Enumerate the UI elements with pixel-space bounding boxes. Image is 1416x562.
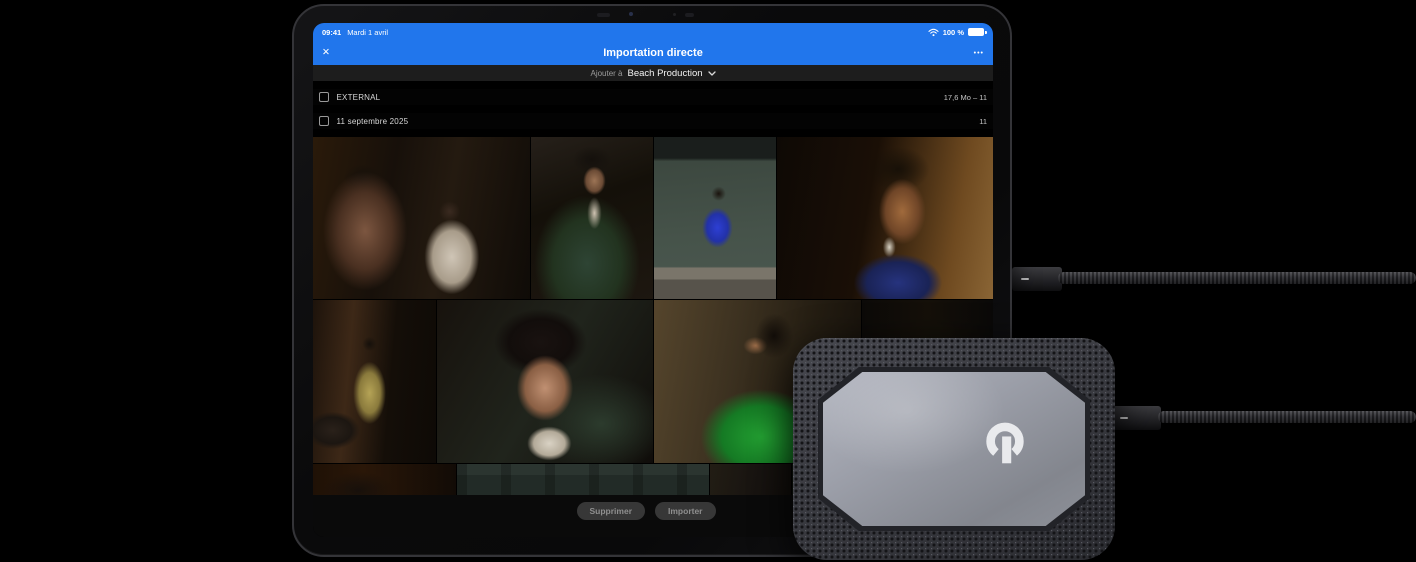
add-to-collection-picker[interactable]: Ajouter à Beach Production: [313, 65, 993, 81]
camera-sensor: [673, 13, 676, 16]
battery-percent: 100 %: [942, 27, 964, 37]
photo-thumbnail[interactable]: [313, 137, 530, 299]
photo-thumbnail[interactable]: [654, 137, 776, 299]
photo-thumbnail[interactable]: [313, 464, 456, 495]
connector-logo: [1120, 417, 1128, 419]
divider: [313, 129, 993, 137]
braided-cable: [1158, 411, 1416, 423]
source-size-count: 17,6 Mo – 11: [943, 92, 987, 102]
photo-thumbnail[interactable]: [710, 464, 791, 495]
wifi-icon: [928, 28, 939, 36]
checkbox[interactable]: [319, 116, 329, 126]
source-row-external[interactable]: EXTERNAL 17,6 Mo – 11: [313, 89, 993, 105]
connector-logo: [1021, 278, 1029, 280]
divider: [313, 105, 993, 113]
usb-c-connector: [1012, 267, 1062, 291]
delete-button[interactable]: Supprimer: [576, 502, 646, 520]
photo-thumbnail[interactable]: [313, 300, 436, 463]
camera-sensor: [685, 13, 694, 17]
marketing-scene: 09:41 Mardi 1 avril 100 % ✕ Importation …: [0, 0, 1416, 562]
title-bar: ✕ Importation directe •••: [313, 41, 993, 65]
chevron-down-icon: [707, 71, 716, 76]
more-options-icon[interactable]: •••: [974, 41, 984, 65]
camera-sensor: [597, 13, 610, 17]
braided-cable: [1058, 272, 1416, 284]
page-title: Importation directe: [603, 47, 703, 59]
date-group-label: 11 septembre 2025: [336, 116, 409, 126]
source-label: EXTERNAL: [336, 92, 381, 102]
external-ssd-drive: [793, 338, 1115, 560]
battery-icon: [968, 28, 987, 36]
photo-thumbnail[interactable]: [531, 137, 653, 299]
usb-c-connector: [1111, 406, 1161, 430]
collection-name: Beach Production: [627, 67, 703, 79]
clock: 09:41: [322, 27, 342, 37]
photo-grid-row: [313, 137, 993, 299]
status-date: Mardi 1 avril: [347, 27, 389, 37]
photo-thumbnail[interactable]: [457, 464, 709, 495]
g-drive-logo-icon: [986, 422, 1024, 464]
add-to-label: Ajouter à: [590, 68, 623, 78]
photo-thumbnail[interactable]: [437, 300, 653, 463]
source-row-date[interactable]: 11 septembre 2025 11: [313, 113, 993, 129]
front-camera-icon: [629, 12, 633, 16]
date-group-count: 11: [979, 116, 987, 126]
divider: [313, 81, 993, 89]
import-button[interactable]: Importer: [655, 502, 716, 520]
checkbox[interactable]: [319, 92, 329, 102]
photo-thumbnail[interactable]: [777, 137, 993, 299]
status-bar: 09:41 Mardi 1 avril 100 %: [313, 23, 993, 41]
drive-metal-plate: [823, 372, 1085, 526]
